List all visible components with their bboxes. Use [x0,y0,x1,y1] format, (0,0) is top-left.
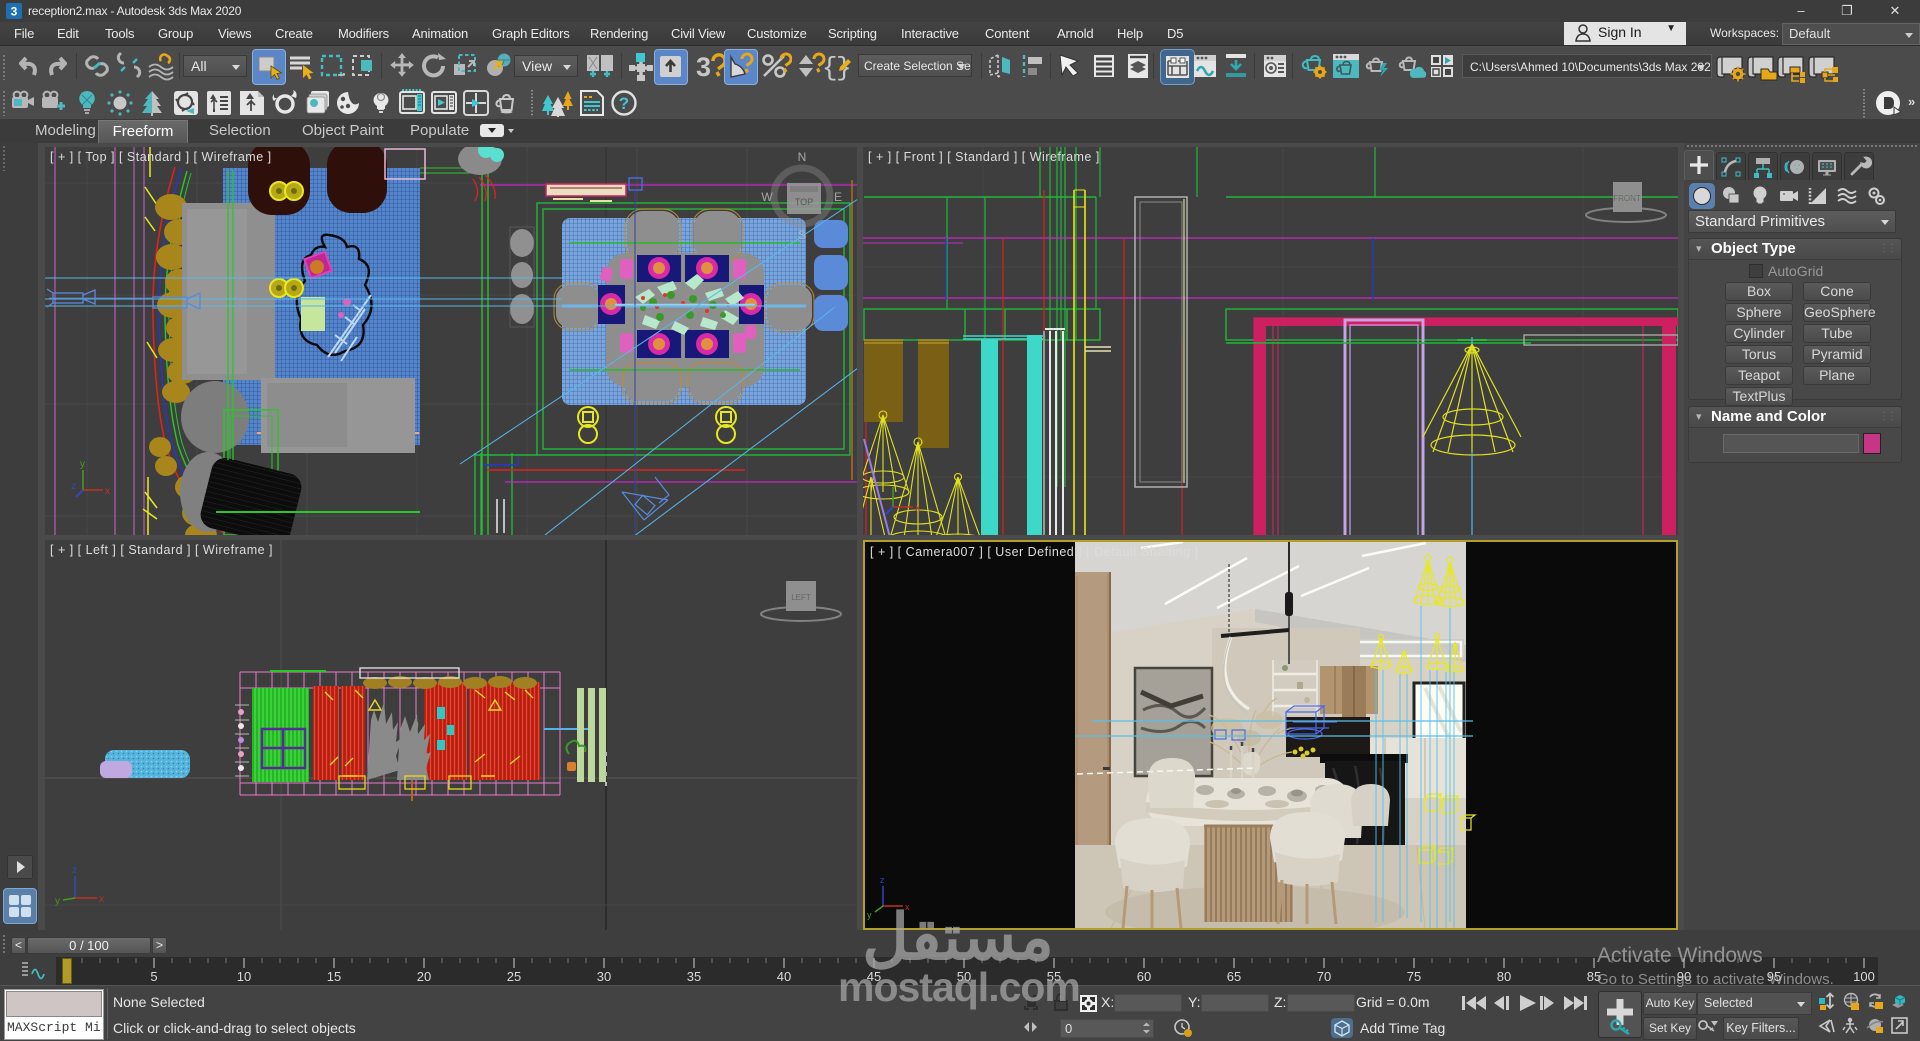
svg-text:y: y [80,459,85,470]
svg-text:x: x [99,894,104,905]
svg-text:5: 5 [150,969,157,984]
svg-text:TOP: TOP [795,197,813,207]
svg-text:25: 25 [507,969,521,984]
svg-text:80: 80 [1497,969,1511,984]
svg-text:x: x [915,503,920,514]
svg-text:z: z [71,481,76,492]
svg-text:10: 10 [237,969,251,984]
svg-text:30: 30 [597,969,611,984]
svg-text:60: 60 [1137,969,1151,984]
svg-text:W: W [761,190,773,204]
svg-text:70: 70 [1317,969,1331,984]
svg-text:z: z [72,865,77,876]
svg-text:LEFT: LEFT [791,593,811,602]
svg-text:3: 3 [11,5,18,19]
svg-text:?: ? [619,94,629,113]
svg-text:FRONT: FRONT [1613,194,1641,203]
svg-text:40: 40 [777,969,791,984]
svg-text:100: 100 [1853,969,1875,984]
svg-text:65: 65 [1227,969,1241,984]
svg-text:20: 20 [417,969,431,984]
svg-text:E: E [834,190,842,204]
svg-text:15: 15 [327,969,341,984]
svg-text:z: z [880,875,885,885]
svg-text:N: N [798,150,807,164]
svg-text:3: 3 [696,52,711,81]
svg-text:S: S [798,228,806,242]
svg-text:35: 35 [687,969,701,984]
svg-text:75: 75 [1407,969,1421,984]
svg-text:x: x [105,486,110,497]
svg-text:y: y [55,896,60,907]
